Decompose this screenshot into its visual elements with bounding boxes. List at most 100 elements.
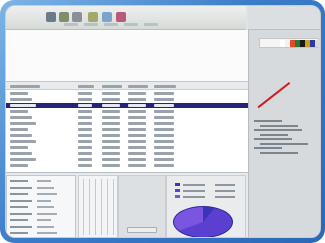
table-row[interactable] bbox=[6, 163, 248, 168]
table-cell bbox=[128, 152, 146, 155]
menu-item[interactable] bbox=[84, 23, 98, 26]
menu-bar bbox=[64, 23, 158, 29]
readout-line bbox=[254, 120, 282, 122]
table-cell bbox=[154, 122, 174, 125]
table-cell bbox=[128, 110, 146, 113]
details-area bbox=[6, 172, 248, 237]
property-label bbox=[10, 219, 28, 221]
table-cell bbox=[102, 158, 120, 161]
column-gauge-panel bbox=[78, 175, 118, 237]
table-row[interactable] bbox=[6, 109, 248, 114]
table-row[interactable] bbox=[6, 103, 248, 108]
print-icon[interactable] bbox=[72, 12, 82, 22]
table-cell bbox=[78, 128, 92, 131]
table-cell bbox=[102, 140, 120, 143]
property-label bbox=[10, 206, 28, 208]
table-cell bbox=[78, 110, 92, 113]
table-cell bbox=[10, 146, 28, 149]
table-cell bbox=[102, 164, 120, 167]
legend-label bbox=[183, 196, 205, 198]
property-value bbox=[37, 219, 51, 221]
legend-label bbox=[183, 190, 205, 192]
table-cell bbox=[128, 92, 146, 95]
table-cell bbox=[78, 140, 92, 143]
open-icon[interactable] bbox=[46, 12, 56, 22]
property-label bbox=[10, 193, 28, 195]
table-cell bbox=[10, 134, 32, 137]
table-row[interactable] bbox=[6, 157, 248, 162]
table-cell bbox=[78, 98, 92, 101]
palette-icon[interactable] bbox=[102, 12, 112, 22]
table-cell bbox=[10, 116, 32, 119]
table-row[interactable] bbox=[6, 121, 248, 126]
column-header[interactable] bbox=[128, 85, 148, 88]
property-value bbox=[37, 232, 57, 234]
property-label bbox=[10, 232, 28, 234]
color-swatch[interactable] bbox=[315, 40, 320, 47]
column-header[interactable] bbox=[102, 85, 122, 88]
table-cell bbox=[128, 122, 146, 125]
column-header[interactable] bbox=[78, 85, 94, 88]
property-value bbox=[37, 206, 54, 208]
legend-value bbox=[215, 190, 235, 192]
cut-icon[interactable] bbox=[88, 12, 98, 22]
table-cell bbox=[154, 128, 174, 131]
menu-item[interactable] bbox=[124, 23, 138, 26]
data-table[interactable] bbox=[6, 82, 248, 172]
table-cell bbox=[154, 104, 174, 107]
table-cell bbox=[154, 116, 174, 119]
table-cell bbox=[102, 128, 120, 131]
photo-icon[interactable] bbox=[116, 12, 126, 22]
legend-swatch bbox=[175, 189, 180, 192]
table-row[interactable] bbox=[6, 97, 248, 102]
menu-item[interactable] bbox=[64, 23, 78, 26]
menu-item[interactable] bbox=[144, 23, 158, 26]
table-row[interactable] bbox=[6, 151, 248, 156]
readout-line bbox=[260, 133, 288, 136]
table-cell bbox=[78, 152, 92, 155]
table-row[interactable] bbox=[6, 115, 248, 120]
property-value bbox=[37, 225, 54, 228]
readout-line bbox=[254, 129, 302, 131]
legend-value bbox=[215, 196, 235, 198]
column-header[interactable] bbox=[154, 85, 176, 88]
property-label bbox=[10, 180, 28, 182]
menu-item[interactable] bbox=[104, 23, 118, 26]
table-cell bbox=[154, 92, 174, 95]
table-cell bbox=[10, 92, 28, 95]
table-cell bbox=[154, 164, 174, 167]
table-cell bbox=[10, 122, 36, 125]
table-cell bbox=[102, 110, 120, 113]
table-row[interactable] bbox=[6, 91, 248, 96]
table-row[interactable] bbox=[6, 127, 248, 132]
table-row[interactable] bbox=[6, 139, 248, 144]
apply-button[interactable] bbox=[127, 227, 157, 233]
table-cell bbox=[78, 158, 92, 161]
table-cell bbox=[154, 146, 174, 149]
property-value bbox=[37, 193, 57, 195]
gauge-column bbox=[89, 179, 90, 235]
table-cell bbox=[128, 134, 146, 137]
pie-chart[interactable] bbox=[173, 206, 233, 237]
table-cell bbox=[102, 134, 120, 137]
table-cell bbox=[102, 104, 120, 107]
table-cell bbox=[154, 158, 174, 161]
table-row[interactable] bbox=[6, 145, 248, 150]
readout-line bbox=[254, 138, 292, 140]
table-cell bbox=[128, 164, 146, 167]
gauge-column bbox=[95, 179, 96, 235]
table-cell bbox=[10, 152, 32, 155]
property-value bbox=[37, 212, 57, 215]
table-cell bbox=[154, 110, 174, 113]
readout-line bbox=[260, 151, 298, 154]
table-cell bbox=[78, 134, 92, 137]
column-header[interactable] bbox=[10, 85, 40, 88]
table-cell bbox=[10, 104, 36, 107]
table-row[interactable] bbox=[6, 133, 248, 138]
save-icon[interactable] bbox=[59, 12, 69, 22]
legend-swatch bbox=[175, 183, 180, 186]
property-value bbox=[37, 199, 51, 202]
property-label bbox=[10, 225, 32, 228]
color-swatch-strip[interactable] bbox=[259, 38, 320, 48]
table-cell bbox=[10, 110, 28, 113]
